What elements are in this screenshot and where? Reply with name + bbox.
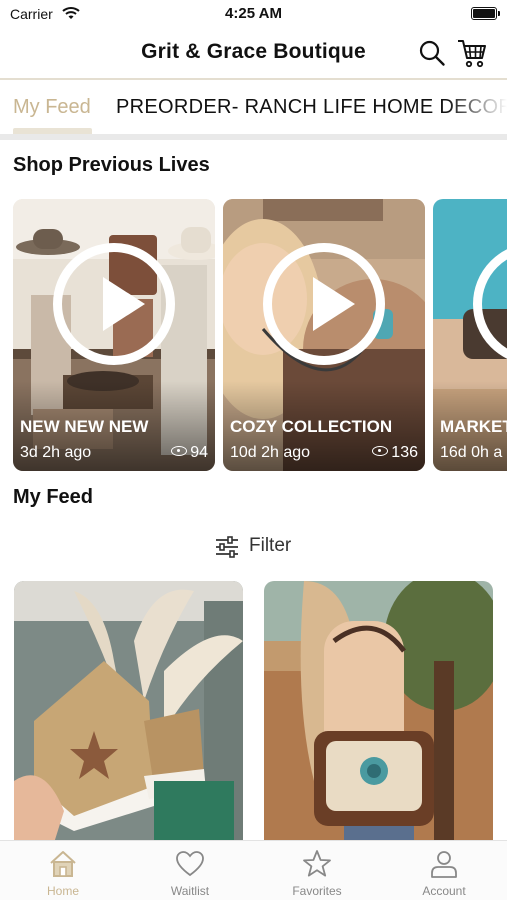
search-icon[interactable]	[418, 39, 446, 67]
live-name: MARKET	[440, 417, 507, 436]
home-icon	[50, 851, 76, 877]
nav-waitlist[interactable]: Waitlist	[127, 841, 253, 900]
cart-icon[interactable]	[456, 37, 488, 69]
live-card[interactable]: NEW NEW NEW 3d 2h ago 94	[13, 199, 215, 471]
filter-label: Filter	[249, 535, 292, 556]
clock: 4:25 AM	[225, 5, 282, 22]
bottom-tab-bar: Home Waitlist Favorites Account	[0, 840, 507, 900]
nav-favorites-label: Favorites	[292, 884, 342, 898]
app-header: Grit & Grace Boutique	[0, 28, 507, 78]
nav-favorites[interactable]: Favorites	[254, 841, 380, 900]
sliders-icon	[216, 536, 238, 558]
live-card[interactable]: COZY COLLECTION 10d 2h ago 136	[223, 199, 425, 471]
heart-icon	[176, 851, 204, 877]
live-name: NEW NEW NEW	[20, 417, 149, 436]
tabs-fade	[447, 80, 507, 136]
person-icon	[431, 851, 457, 878]
feed-product-card[interactable]	[14, 581, 243, 843]
live-card[interactable]: MARKET 16d 0h a	[433, 199, 507, 471]
previous-lives-carousel[interactable]: NEW NEW NEW 3d 2h ago 94 COZY COLLECTION…	[0, 199, 507, 473]
play-icon[interactable]	[263, 243, 385, 365]
star-icon	[303, 850, 331, 877]
live-ago: 3d 2h ago	[20, 444, 92, 461]
live-ago: 16d 0h a	[440, 444, 503, 461]
play-icon[interactable]	[53, 243, 175, 365]
live-name: COZY COLLECTION	[230, 417, 393, 436]
product-image	[14, 581, 243, 843]
feed-section-title: My Feed	[13, 486, 94, 508]
nav-home[interactable]: Home	[0, 841, 126, 900]
tab-my-feed[interactable]: My Feed	[13, 96, 91, 119]
category-tabs: My Feed PREORDER- RANCH LIFE HOME DECOR	[0, 80, 507, 136]
battery-icon	[471, 7, 500, 20]
eye-icon	[372, 446, 389, 456]
nav-account-label: Account	[422, 884, 466, 898]
live-views: 136	[372, 444, 418, 462]
lives-section-title: Shop Previous Lives	[13, 154, 210, 176]
feed-product-card[interactable]	[264, 581, 493, 843]
product-image	[264, 581, 493, 843]
live-views: 94	[171, 444, 208, 462]
nav-account[interactable]: Account	[381, 841, 507, 900]
nav-home-label: Home	[46, 884, 79, 898]
status-bar: Carrier 4:25 AM	[0, 0, 507, 28]
eye-icon	[171, 446, 188, 456]
tabs-divider	[0, 134, 507, 140]
live-ago: 10d 2h ago	[230, 444, 311, 461]
nav-waitlist-label: Waitlist	[170, 884, 210, 898]
